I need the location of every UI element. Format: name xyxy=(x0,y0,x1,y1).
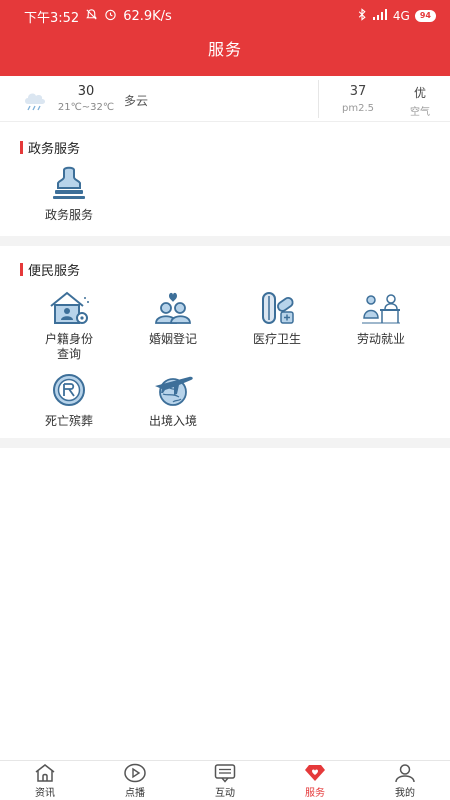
section-gap xyxy=(0,236,450,246)
weather-bar[interactable]: 30 21℃~32℃ 多云 37 pm2.5 优 空气 xyxy=(0,76,450,122)
household-id-icon xyxy=(47,290,91,326)
section-title-text: 政务服务 xyxy=(28,142,81,157)
air-quality-label: 空气 xyxy=(410,107,430,118)
chat-icon xyxy=(214,763,236,783)
tab-label: 资讯 xyxy=(35,787,55,799)
service-immigration[interactable]: 出境入境 xyxy=(121,372,225,429)
status-bar: 下午3:52 62.9K/s 4G 94 xyxy=(0,0,450,32)
tab-label: 互动 xyxy=(215,787,235,799)
tab-mine[interactable]: 我的 xyxy=(360,761,450,800)
service-label-line1: 户籍身份 xyxy=(44,332,93,346)
weather-range: 21℃~32℃ xyxy=(57,102,115,113)
cloud-rain-icon xyxy=(22,86,50,112)
stamp-icon xyxy=(47,166,91,202)
service-employment[interactable]: 劳动就业 xyxy=(329,290,433,347)
service-funeral[interactable]: 死亡殡葬 xyxy=(17,372,121,429)
marriage-icon xyxy=(151,290,195,326)
tab-label: 服务 xyxy=(305,787,325,799)
section-title-gov: 政务服务 xyxy=(20,138,80,157)
service-label: 政务服务 xyxy=(44,208,93,222)
section-gap xyxy=(0,438,450,448)
net-speed: 62.9K/s xyxy=(123,8,172,24)
service-medical[interactable]: 医疗卫生 xyxy=(225,290,329,347)
signal-icon xyxy=(372,8,388,24)
service-marriage[interactable]: 婚姻登记 xyxy=(121,290,225,347)
section-accent-bar xyxy=(20,263,23,276)
tab-interact[interactable]: 互动 xyxy=(180,761,270,800)
service-label: 出境入境 xyxy=(148,414,197,428)
divider xyxy=(318,80,319,118)
section-title-text: 便民服务 xyxy=(28,264,81,279)
section-title-people: 便民服务 xyxy=(20,260,80,279)
tab-vod[interactable]: 点播 xyxy=(90,761,180,800)
service-household-id[interactable]: 户籍身份 查询 xyxy=(17,290,121,362)
bottom-tab-bar: 资讯 点播 互动 服务 我的 xyxy=(0,760,450,800)
service-label: 死亡殡葬 xyxy=(44,414,93,428)
weather-desc: 多云 xyxy=(124,94,149,108)
service-label: 劳动就业 xyxy=(356,332,405,346)
medical-icon xyxy=(255,290,299,326)
play-icon xyxy=(124,763,146,783)
employment-icon xyxy=(359,290,403,326)
tab-label: 点播 xyxy=(125,787,145,799)
service-label: 婚姻登记 xyxy=(148,332,197,346)
service-label: 医疗卫生 xyxy=(252,332,301,346)
funeral-icon xyxy=(47,372,91,408)
tab-news[interactable]: 资讯 xyxy=(0,761,90,800)
page-title: 服务 xyxy=(207,40,242,59)
user-icon xyxy=(394,763,416,783)
pm25-label: pm2.5 xyxy=(342,103,374,114)
section-accent-bar xyxy=(20,141,23,154)
tab-label: 我的 xyxy=(395,787,415,799)
weather-temp: 30 xyxy=(77,84,95,99)
status-time: 下午3:52 xyxy=(24,10,80,26)
bluetooth-icon xyxy=(357,8,367,24)
diamond-heart-icon xyxy=(304,763,326,783)
network-type: 4G xyxy=(392,9,410,23)
bell-off-icon xyxy=(85,8,98,25)
tab-service[interactable]: 服务 xyxy=(270,761,360,800)
pm25-value: 37 xyxy=(349,84,367,99)
service-gov[interactable]: 政务服务 xyxy=(17,166,121,223)
airplane-icon xyxy=(151,372,195,408)
home-icon xyxy=(34,763,56,783)
app-header: 下午3:52 62.9K/s 4G 94 服务 xyxy=(0,0,450,76)
service-label-line2: 查询 xyxy=(56,347,81,361)
air-quality-value: 优 xyxy=(413,86,426,100)
battery-level: 94 xyxy=(414,10,436,22)
alarm-icon xyxy=(104,8,117,25)
